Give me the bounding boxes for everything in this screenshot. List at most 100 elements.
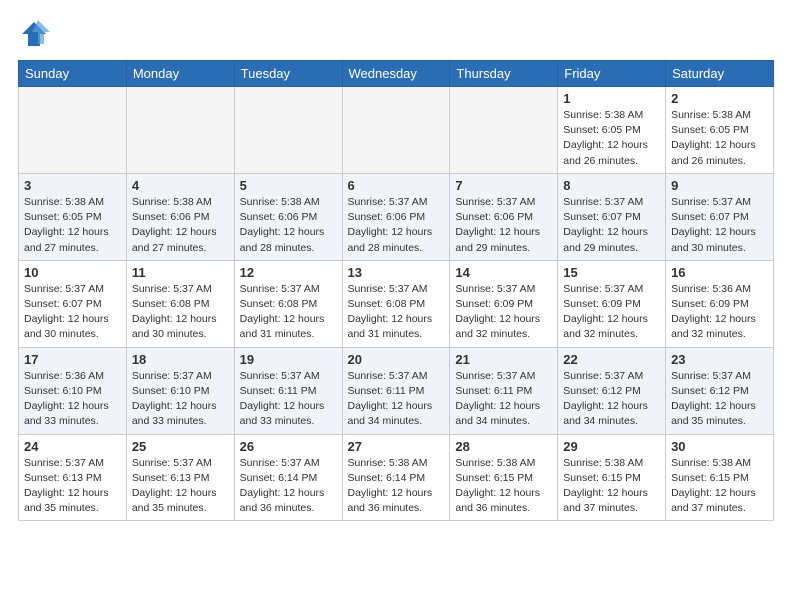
calendar-cell: 10 Sunrise: 5:37 AM Sunset: 6:07 PM Dayli… (19, 260, 127, 347)
day-info: Sunrise: 5:36 AM Sunset: 6:09 PM Dayligh… (671, 282, 768, 343)
calendar-cell: 8 Sunrise: 5:37 AM Sunset: 6:07 PM Daylig… (558, 173, 666, 260)
day-info: Sunrise: 5:37 AM Sunset: 6:09 PM Dayligh… (563, 282, 660, 343)
day-info: Sunrise: 5:37 AM Sunset: 6:09 PM Dayligh… (455, 282, 552, 343)
day-number: 19 (240, 352, 337, 367)
day-number: 26 (240, 439, 337, 454)
day-info: Sunrise: 5:38 AM Sunset: 6:05 PM Dayligh… (563, 108, 660, 169)
day-number: 20 (348, 352, 445, 367)
day-info: Sunrise: 5:37 AM Sunset: 6:11 PM Dayligh… (240, 369, 337, 430)
day-info: Sunrise: 5:37 AM Sunset: 6:06 PM Dayligh… (348, 195, 445, 256)
day-number: 15 (563, 265, 660, 280)
calendar-cell: 27Sunrise: 5:38 AM Sunset: 6:14 PM Dayli… (342, 434, 450, 521)
calendar-week-2: 3 Sunrise: 5:38 AM Sunset: 6:05 PM Daylig… (19, 173, 774, 260)
calendar-cell: 30 Sunrise: 5:38 AM Sunset: 6:15 PM Dayli… (666, 434, 774, 521)
day-number: 23 (671, 352, 768, 367)
day-info: Sunrise: 5:38 AM Sunset: 6:05 PM Dayligh… (671, 108, 768, 169)
calendar-cell (234, 87, 342, 174)
weekday-header-row: SundayMondayTuesdayWednesdayThursdayFrid… (19, 61, 774, 87)
day-number: 5 (240, 178, 337, 193)
weekday-header-wednesday: Wednesday (342, 61, 450, 87)
calendar-cell: 24 Sunrise: 5:37 AM Sunset: 6:13 PM Dayli… (19, 434, 127, 521)
day-info: Sunrise: 5:37 AM Sunset: 6:07 PM Dayligh… (563, 195, 660, 256)
day-info: Sunrise: 5:36 AM Sunset: 6:10 PM Dayligh… (24, 369, 121, 430)
day-number: 13 (348, 265, 445, 280)
weekday-header-monday: Monday (126, 61, 234, 87)
logo (18, 18, 54, 50)
day-number: 12 (240, 265, 337, 280)
calendar-cell (342, 87, 450, 174)
header (18, 18, 774, 50)
calendar-week-3: 10 Sunrise: 5:37 AM Sunset: 6:07 PM Dayli… (19, 260, 774, 347)
day-number: 25 (132, 439, 229, 454)
calendar-cell: 5 Sunrise: 5:38 AM Sunset: 6:06 PM Daylig… (234, 173, 342, 260)
calendar-cell: 14 Sunrise: 5:37 AM Sunset: 6:09 PM Dayli… (450, 260, 558, 347)
calendar-cell: 17 Sunrise: 5:36 AM Sunset: 6:10 PM Dayli… (19, 347, 127, 434)
day-info: Sunrise: 5:37 AM Sunset: 6:12 PM Dayligh… (671, 369, 768, 430)
calendar-cell: 13 Sunrise: 5:37 AM Sunset: 6:08 PM Dayli… (342, 260, 450, 347)
day-info: Sunrise: 5:38 AM Sunset: 6:15 PM Dayligh… (671, 456, 768, 517)
calendar-cell: 22 Sunrise: 5:37 AM Sunset: 6:12 PM Dayli… (558, 347, 666, 434)
day-info: Sunrise: 5:37 AM Sunset: 6:07 PM Dayligh… (24, 282, 121, 343)
day-number: 10 (24, 265, 121, 280)
calendar-body: 1 Sunrise: 5:38 AM Sunset: 6:05 PM Daylig… (19, 87, 774, 521)
day-number: 9 (671, 178, 768, 193)
calendar-cell: 7Sunrise: 5:37 AM Sunset: 6:06 PM Daylig… (450, 173, 558, 260)
weekday-header-tuesday: Tuesday (234, 61, 342, 87)
day-number: 28 (455, 439, 552, 454)
day-number: 16 (671, 265, 768, 280)
day-info: Sunrise: 5:37 AM Sunset: 6:13 PM Dayligh… (132, 456, 229, 517)
day-info: Sunrise: 5:38 AM Sunset: 6:14 PM Dayligh… (348, 456, 445, 517)
calendar-cell: 15 Sunrise: 5:37 AM Sunset: 6:09 PM Dayli… (558, 260, 666, 347)
day-number: 2 (671, 91, 768, 106)
day-number: 6 (348, 178, 445, 193)
day-number: 18 (132, 352, 229, 367)
calendar-cell: 16 Sunrise: 5:36 AM Sunset: 6:09 PM Dayli… (666, 260, 774, 347)
day-number: 24 (24, 439, 121, 454)
day-info: Sunrise: 5:37 AM Sunset: 6:12 PM Dayligh… (563, 369, 660, 430)
day-number: 3 (24, 178, 121, 193)
calendar-cell: 19 Sunrise: 5:37 AM Sunset: 6:11 PM Dayli… (234, 347, 342, 434)
weekday-header-thursday: Thursday (450, 61, 558, 87)
weekday-header-sunday: Sunday (19, 61, 127, 87)
day-info: Sunrise: 5:37 AM Sunset: 6:08 PM Dayligh… (240, 282, 337, 343)
calendar-cell: 20 Sunrise: 5:37 AM Sunset: 6:11 PM Dayli… (342, 347, 450, 434)
calendar-cell: 9Sunrise: 5:37 AM Sunset: 6:07 PM Daylig… (666, 173, 774, 260)
calendar-cell: 28 Sunrise: 5:38 AM Sunset: 6:15 PM Dayli… (450, 434, 558, 521)
page: SundayMondayTuesdayWednesdayThursdayFrid… (0, 0, 792, 531)
calendar-week-1: 1 Sunrise: 5:38 AM Sunset: 6:05 PM Daylig… (19, 87, 774, 174)
day-info: Sunrise: 5:38 AM Sunset: 6:05 PM Dayligh… (24, 195, 121, 256)
day-number: 1 (563, 91, 660, 106)
calendar: SundayMondayTuesdayWednesdayThursdayFrid… (18, 60, 774, 521)
day-info: Sunrise: 5:37 AM Sunset: 6:08 PM Dayligh… (348, 282, 445, 343)
day-number: 8 (563, 178, 660, 193)
calendar-cell: 26Sunrise: 5:37 AM Sunset: 6:14 PM Dayli… (234, 434, 342, 521)
day-number: 14 (455, 265, 552, 280)
day-info: Sunrise: 5:38 AM Sunset: 6:15 PM Dayligh… (563, 456, 660, 517)
day-number: 30 (671, 439, 768, 454)
day-info: Sunrise: 5:37 AM Sunset: 6:11 PM Dayligh… (348, 369, 445, 430)
day-info: Sunrise: 5:37 AM Sunset: 6:08 PM Dayligh… (132, 282, 229, 343)
day-info: Sunrise: 5:38 AM Sunset: 6:06 PM Dayligh… (240, 195, 337, 256)
day-info: Sunrise: 5:37 AM Sunset: 6:11 PM Dayligh… (455, 369, 552, 430)
day-number: 4 (132, 178, 229, 193)
day-info: Sunrise: 5:38 AM Sunset: 6:06 PM Dayligh… (132, 195, 229, 256)
calendar-week-4: 17 Sunrise: 5:36 AM Sunset: 6:10 PM Dayli… (19, 347, 774, 434)
calendar-cell: 25 Sunrise: 5:37 AM Sunset: 6:13 PM Dayli… (126, 434, 234, 521)
calendar-cell: 6 Sunrise: 5:37 AM Sunset: 6:06 PM Daylig… (342, 173, 450, 260)
calendar-cell (450, 87, 558, 174)
calendar-header: SundayMondayTuesdayWednesdayThursdayFrid… (19, 61, 774, 87)
logo-icon (18, 18, 50, 50)
calendar-cell: 4 Sunrise: 5:38 AM Sunset: 6:06 PM Daylig… (126, 173, 234, 260)
day-number: 21 (455, 352, 552, 367)
weekday-header-saturday: Saturday (666, 61, 774, 87)
day-number: 22 (563, 352, 660, 367)
calendar-cell (126, 87, 234, 174)
day-number: 17 (24, 352, 121, 367)
calendar-cell: 3 Sunrise: 5:38 AM Sunset: 6:05 PM Daylig… (19, 173, 127, 260)
calendar-cell: 12 Sunrise: 5:37 AM Sunset: 6:08 PM Dayli… (234, 260, 342, 347)
day-info: Sunrise: 5:38 AM Sunset: 6:15 PM Dayligh… (455, 456, 552, 517)
day-info: Sunrise: 5:37 AM Sunset: 6:13 PM Dayligh… (24, 456, 121, 517)
calendar-cell: 21 Sunrise: 5:37 AM Sunset: 6:11 PM Dayli… (450, 347, 558, 434)
calendar-cell: 2 Sunrise: 5:38 AM Sunset: 6:05 PM Daylig… (666, 87, 774, 174)
calendar-cell (19, 87, 127, 174)
